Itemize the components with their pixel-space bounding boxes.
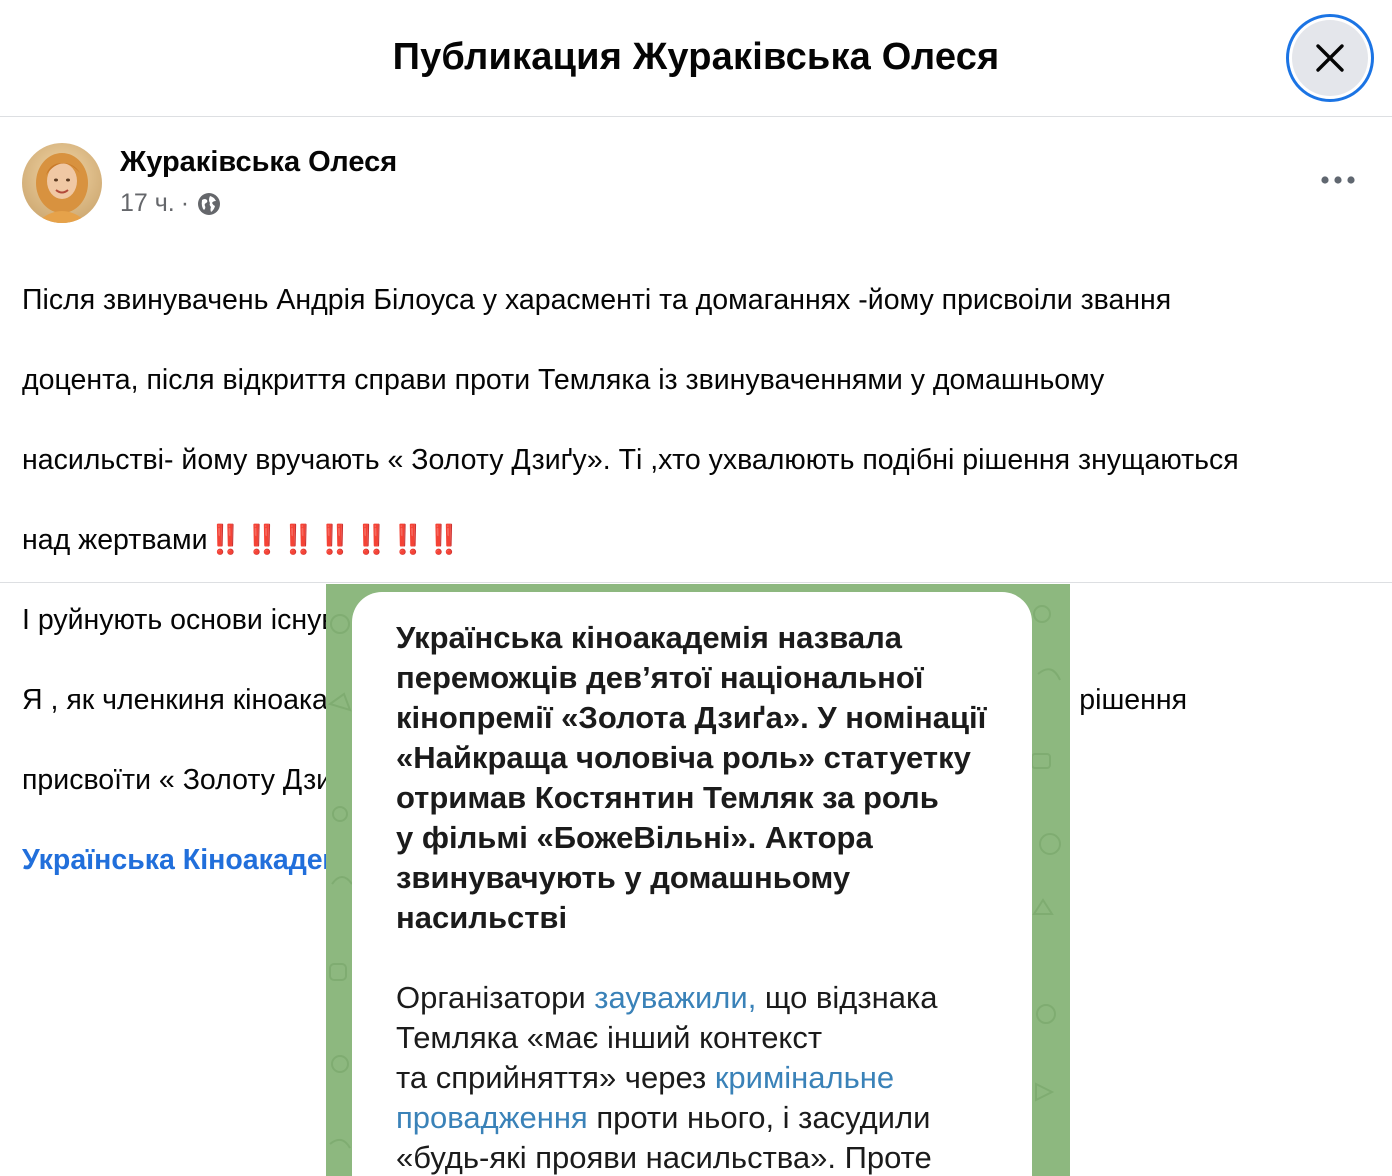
body-line: провадження проти нього, і засудили	[396, 1098, 1014, 1138]
close-button-inner	[1292, 20, 1368, 96]
headline-line: звинувачують у домашньому	[396, 860, 851, 895]
double-exclamation-emoji: ‼️‼️‼️‼️‼️‼️‼️	[207, 524, 463, 556]
message-headline: Українська кіноакадемія назвала переможц…	[396, 618, 1014, 938]
body-text: що відзнака	[756, 980, 938, 1015]
body-text: Організатори	[396, 980, 595, 1015]
post-line-with-emoji: над жертвами‼️‼️‼️‼️‼️‼️‼️	[22, 520, 1372, 560]
post-time[interactable]: 17 ч.	[120, 189, 175, 218]
more-options-button[interactable]	[1312, 160, 1364, 200]
headline-line: Українська кіноакадемія назвала	[396, 620, 903, 655]
body-text: та сприйняття» через	[396, 1060, 715, 1095]
headline-line: у фільмі «БожеВільні». Актора	[396, 820, 873, 855]
post-image[interactable]: Українська кіноакадемія назвала переможц…	[326, 584, 1070, 1176]
body-line: «будь-які прояви насильства». Проте	[396, 1140, 932, 1175]
dialog-header: Публикация Жураківська Олеся	[0, 0, 1392, 117]
body-link: провадження	[396, 1100, 588, 1135]
post-line: насильстві- йому вручають « Золоту Дзиґу…	[22, 444, 1239, 476]
body-line: Організатори зауважили, що відзнака	[396, 978, 1014, 1018]
headline-line: переможців дев’ятої національної	[396, 660, 924, 695]
headline-line: насильстві	[396, 900, 568, 935]
post-line: доцента, після відкриття справи проти Те…	[22, 364, 1105, 396]
post-line: Після звинувачень Андрія Білоуса у харас…	[22, 284, 1172, 316]
avatar-image	[22, 143, 102, 223]
author-avatar[interactable]	[22, 143, 102, 223]
body-link: зауважили,	[594, 980, 757, 1015]
close-icon	[1316, 44, 1344, 72]
body-link: кримінальне	[714, 1060, 895, 1095]
globe-icon	[198, 192, 221, 215]
post-line-text: над жертвами	[22, 524, 208, 556]
post-meta: 17 ч. ·	[120, 189, 221, 218]
meta-separator: ·	[180, 189, 190, 217]
more-horizontal-icon	[1321, 176, 1355, 184]
post-divider	[0, 582, 1392, 583]
body-line: та сприйняття» через кримінальне	[396, 1058, 1014, 1098]
close-button[interactable]	[1286, 14, 1374, 102]
body-line: Темляка «має інший контекст	[396, 1020, 823, 1055]
headline-line: «Найкраща чоловіча роль» статуетку	[396, 740, 971, 775]
message-body: Організатори зауважили, що відзнака Темл…	[396, 978, 1014, 1176]
headline-line: отримав Костянтин Темляк за роль	[396, 780, 939, 815]
telegram-message-card: Українська кіноакадемія назвала переможц…	[352, 592, 1032, 1176]
author-name[interactable]: Жураківська Олеся	[120, 146, 397, 179]
dialog-title: Публикация Жураківська Олеся	[392, 36, 1000, 78]
body-text: проти нього, і засудили	[587, 1100, 931, 1135]
headline-line: кінопремії «Золота Дзиґа». У номінації	[396, 700, 987, 735]
